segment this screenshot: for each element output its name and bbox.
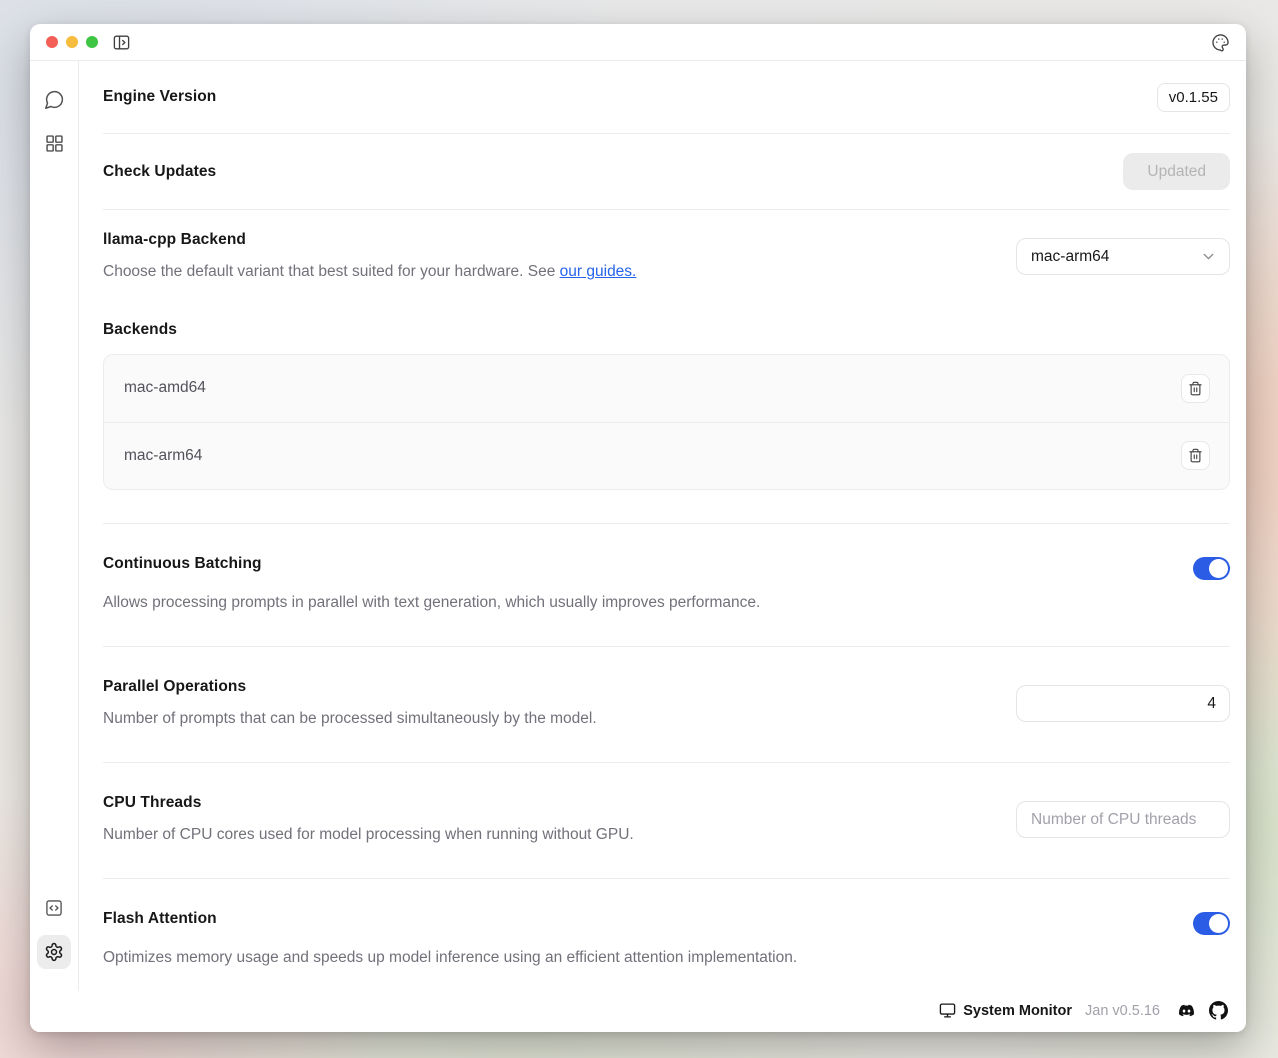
parallel-operations-input[interactable] [1016, 685, 1230, 722]
backend-select-value: mac-arm64 [1031, 248, 1109, 266]
apps-grid-icon [44, 133, 65, 154]
continuous-batching-label: Continuous Batching [103, 555, 262, 573]
check-updates-button[interactable]: Updated [1123, 153, 1230, 190]
zoom-button[interactable] [86, 36, 98, 48]
check-updates-row: Check Updates Updated [103, 134, 1230, 210]
sidebar-item-chat[interactable] [37, 82, 71, 116]
backends-section: Backends mac-amd64 mac-arm64 [103, 301, 1230, 524]
parallel-operations-description: Number of prompts that can be processed … [103, 709, 986, 730]
chevron-down-icon [1200, 248, 1217, 265]
system-monitor-label: System Monitor [963, 1003, 1072, 1019]
list-item: mac-amd64 [104, 355, 1229, 422]
parallel-operations-label: Parallel Operations [103, 678, 986, 696]
continuous-batching-description: Allows processing prompts in parallel wi… [103, 593, 1230, 614]
backends-label: Backends [103, 321, 1230, 339]
github-icon[interactable] [1209, 1001, 1228, 1020]
check-updates-label: Check Updates [103, 163, 216, 181]
code-icon [44, 898, 64, 918]
sidebar [30, 61, 79, 991]
discord-icon[interactable] [1177, 1003, 1196, 1018]
backend-row: llama-cpp Backend Choose the default var… [103, 210, 1230, 301]
list-item: mac-arm64 [104, 422, 1229, 489]
engine-version-badge: v0.1.55 [1157, 83, 1230, 112]
flash-attention-description: Optimizes memory usage and speeds up mod… [103, 948, 1230, 969]
continuous-batching-toggle[interactable] [1193, 557, 1230, 580]
backend-select[interactable]: mac-arm64 [1016, 238, 1230, 275]
status-bar: System Monitor Jan v0.5.16 [30, 991, 1246, 1032]
trash-icon [1188, 448, 1203, 463]
panel-toggle-icon[interactable] [112, 33, 131, 52]
minimize-button[interactable] [66, 36, 78, 48]
continuous-batching-row: Continuous Batching Allows processing pr… [103, 524, 1230, 647]
app-version: Jan v0.5.16 [1085, 1003, 1160, 1019]
flash-attention-row: Flash Attention Optimizes memory usage a… [103, 879, 1230, 991]
palette-icon[interactable] [1211, 33, 1230, 52]
cpu-threads-description: Number of CPU cores used for model proce… [103, 825, 986, 846]
engine-version-label: Engine Version [103, 88, 216, 106]
settings-panel: Engine Version v0.1.55 Check Updates Upd… [79, 61, 1246, 991]
flash-attention-toggle[interactable] [1193, 912, 1230, 935]
sidebar-item-hub[interactable] [37, 126, 71, 160]
close-button[interactable] [46, 36, 58, 48]
parallel-operations-row: Parallel Operations Number of prompts th… [103, 647, 1230, 763]
chat-icon [44, 89, 65, 110]
traffic-lights [46, 36, 98, 48]
trash-icon [1188, 381, 1203, 396]
cpu-threads-input[interactable] [1016, 801, 1230, 838]
titlebar [30, 24, 1246, 61]
sidebar-item-local-api[interactable] [37, 891, 71, 925]
guides-link[interactable]: our guides. [560, 263, 637, 280]
engine-version-row: Engine Version v0.1.55 [103, 61, 1230, 134]
cpu-threads-row: CPU Threads Number of CPU cores used for… [103, 763, 1230, 879]
backends-list: mac-amd64 mac-arm64 [103, 354, 1230, 490]
app-window: Engine Version v0.1.55 Check Updates Upd… [30, 24, 1246, 1032]
delete-backend-button[interactable] [1181, 441, 1210, 470]
system-monitor-button[interactable]: System Monitor [939, 1002, 1072, 1019]
sidebar-item-settings[interactable] [37, 935, 71, 969]
backend-label: llama-cpp Backend [103, 231, 986, 249]
cpu-threads-label: CPU Threads [103, 794, 986, 812]
flash-attention-label: Flash Attention [103, 910, 217, 928]
delete-backend-button[interactable] [1181, 374, 1210, 403]
gear-icon [44, 942, 64, 962]
backend-item-name: mac-arm64 [124, 447, 202, 465]
monitor-icon [939, 1002, 956, 1019]
backend-description: Choose the default variant that best sui… [103, 262, 986, 283]
backend-item-name: mac-amd64 [124, 379, 206, 397]
